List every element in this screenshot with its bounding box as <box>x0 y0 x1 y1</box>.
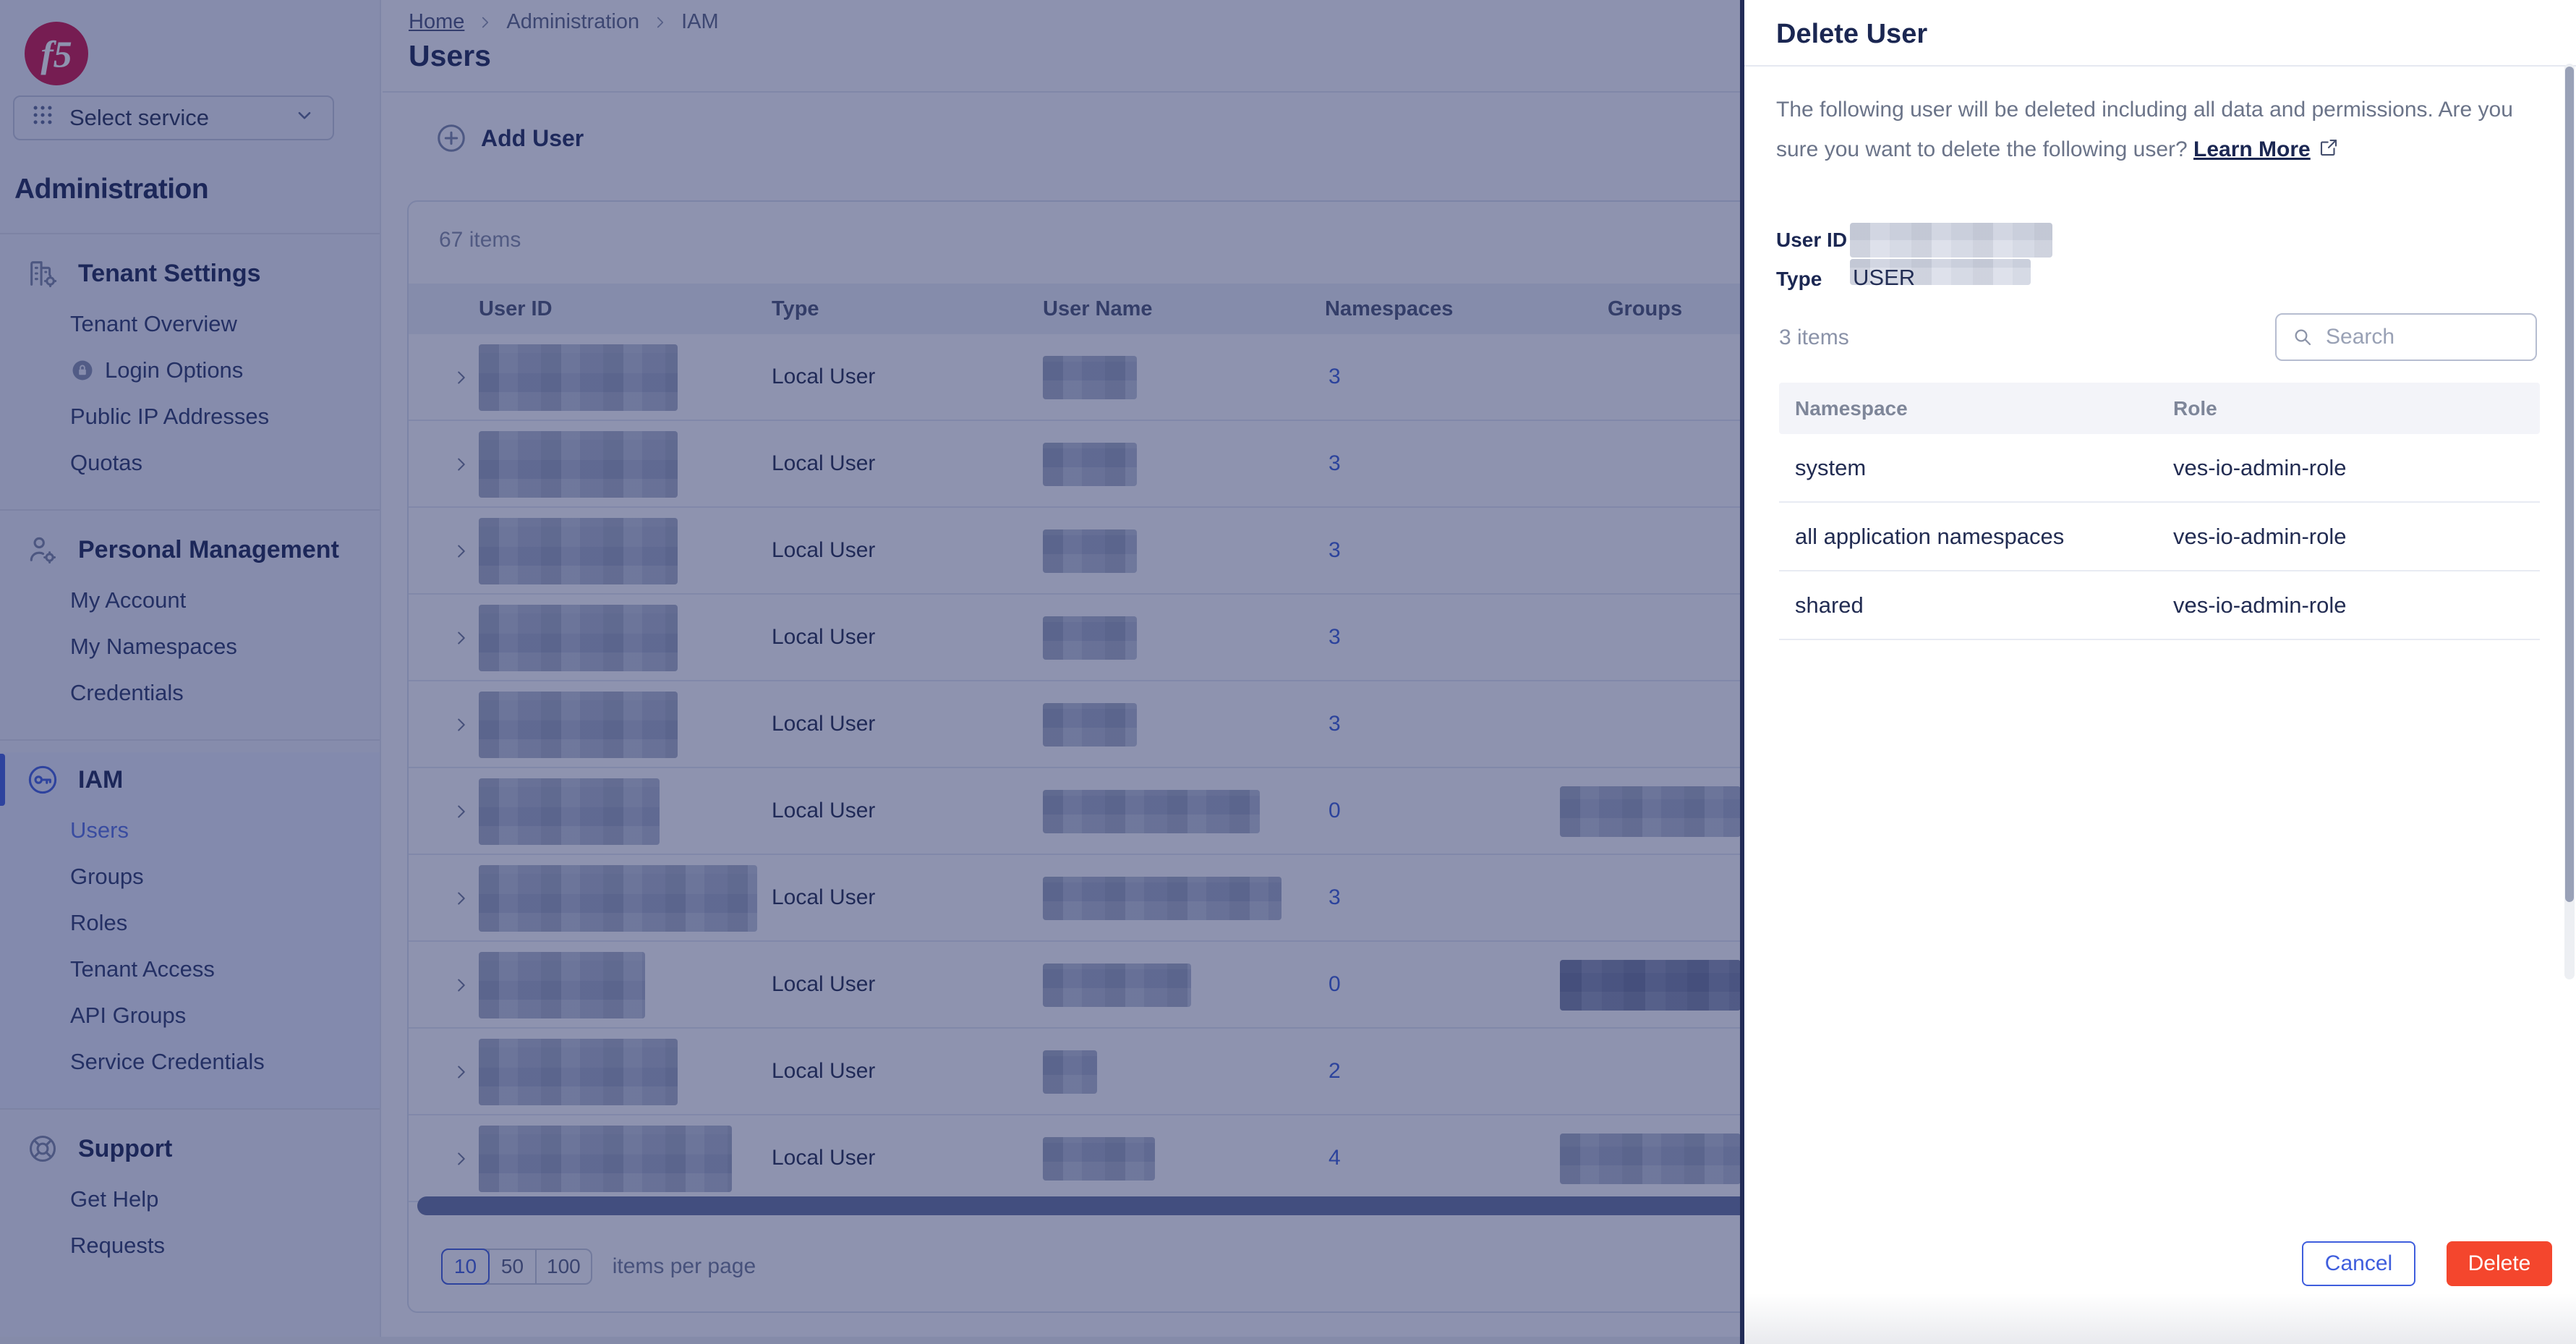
vertical-scrollbar-thumb[interactable] <box>2565 67 2574 902</box>
drawer-table-header: Namespace Role <box>1779 383 2540 434</box>
namespace-role-table: NamespaceRole systemves-io-admin-roleall… <box>1779 383 2540 640</box>
type-value: USER <box>1853 265 1915 291</box>
delete-button[interactable]: Delete <box>2447 1241 2552 1286</box>
drawer-title-divider <box>1744 65 2576 67</box>
search-icon <box>2291 326 2314 349</box>
role-cell: ves-io-admin-role <box>2173 503 2346 570</box>
cancel-button[interactable]: Cancel <box>2302 1241 2415 1286</box>
delete-warning-text: The following user will be deleted inclu… <box>1776 90 2543 169</box>
namespace-cell: shared <box>1795 571 1864 639</box>
drawer-table-row: system ves-io-admin-role <box>1779 434 2540 503</box>
role-cell: ves-io-admin-role <box>2173 434 2346 501</box>
drawer-table-row: all application namespaces ves-io-admin-r… <box>1779 503 2540 571</box>
drawer-table-row: shared ves-io-admin-role <box>1779 571 2540 640</box>
type-label: Type <box>1776 268 1822 291</box>
learn-more-link[interactable]: Learn More <box>2193 137 2311 161</box>
drawer-items-count: 3 items <box>1779 326 1849 350</box>
external-link-icon <box>2318 132 2340 153</box>
redacted-user-id <box>1850 223 2052 258</box>
drawer-table-body: systemves-io-admin-roleall application n… <box>1779 434 2540 640</box>
drawer-title: Delete User <box>1776 19 1927 50</box>
drawer-column-header-role[interactable]: Role <box>2173 383 2217 434</box>
warning-message: The following user will be deleted inclu… <box>1776 98 2513 161</box>
namespace-cell: all application namespaces <box>1795 503 2064 570</box>
delete-user-drawer: Delete User The following user will be d… <box>1740 0 2576 1344</box>
user-id-label: User ID <box>1776 229 1847 252</box>
drawer-search-input[interactable] <box>2326 325 2521 349</box>
namespace-cell: system <box>1795 434 1866 501</box>
role-cell: ves-io-admin-role <box>2173 571 2346 639</box>
drawer-column-header-namespace[interactable]: Namespace <box>1795 383 1908 434</box>
drawer-bottom-fade <box>1744 1293 2576 1344</box>
drawer-search-box[interactable] <box>2275 313 2537 361</box>
